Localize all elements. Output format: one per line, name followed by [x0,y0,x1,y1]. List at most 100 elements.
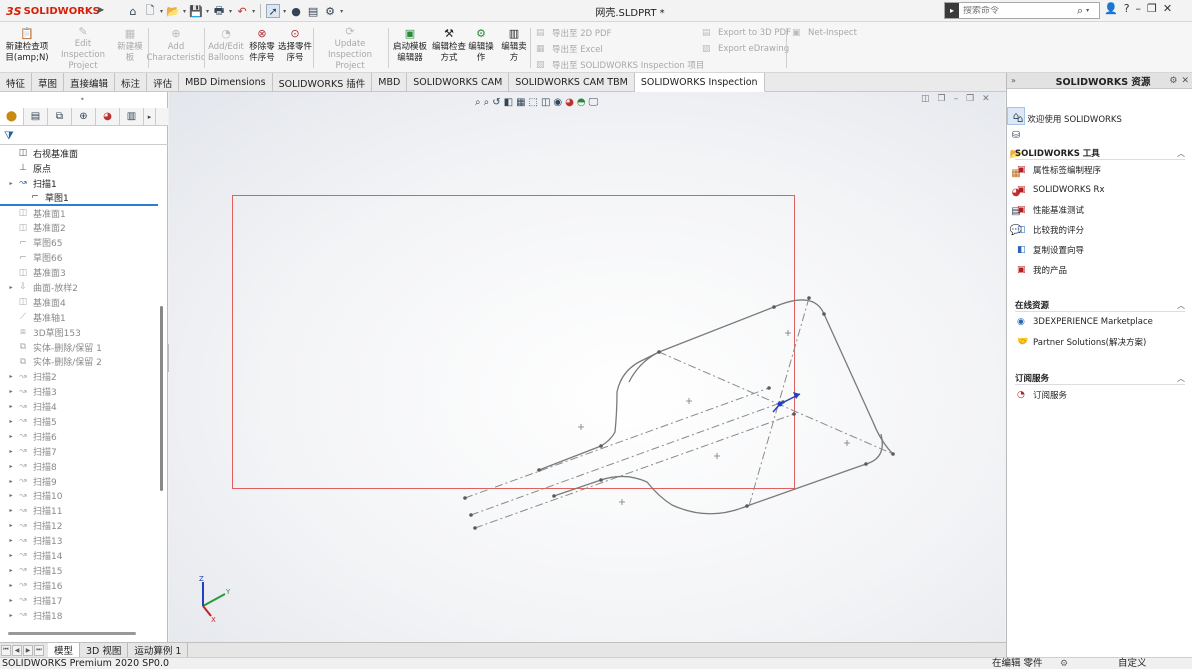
feature-tree-item[interactable]: ⌐ 草图1 [0,191,158,206]
chevron-right-icon[interactable]: ▸ [6,612,16,619]
chevron-down-icon[interactable]: ▾ [206,8,209,15]
print-icon[interactable]: 🖶 [212,4,226,18]
chevron-up-icon[interactable]: ︿ [1177,373,1185,384]
last-tab-icon[interactable]: ⏭ [34,644,44,656]
feature-tree-item[interactable]: ▸ ↝ 扫描17 [0,593,158,608]
feature-tree-item[interactable]: ▸ ↝ 扫描14 [0,548,158,563]
unit-system-selector[interactable]: 自定义 [1118,658,1147,669]
feature-tree-item[interactable]: ▸ ↝ 扫描11 [0,503,158,518]
tab-model[interactable]: 模型 [48,642,81,658]
chevron-right-icon[interactable]: ▸ [6,597,16,604]
chevron-right-icon[interactable]: ▸ [6,373,16,380]
feature-tree-item[interactable]: ◫ 右视基准面 [0,146,158,161]
chevron-right-icon[interactable]: ▸ [6,507,16,514]
feature-tree-item[interactable]: ▸ ⇩ 曲面-放样2 [0,280,158,295]
export-edrawing-item[interactable]: ▨ Export eDrawing [702,42,789,55]
feature-tree-item[interactable]: ▸ ↝ 扫描12 [0,518,158,533]
tab-mbd[interactable]: MBD [372,73,408,92]
welcome-link[interactable]: ⌂ 欢迎使用 SOLIDWORKS [1017,113,1122,126]
chevron-right-icon[interactable]: ▸ [6,180,16,187]
feature-tree-item[interactable]: ⌐ 草图65 [0,235,158,250]
filter-icon[interactable]: ⧩ [4,129,14,143]
partner-solutions-link[interactable]: 🤝 Partner Solutions(解决方案) [1015,332,1185,352]
home-icon[interactable]: ⌂ [126,4,140,18]
chevron-down-icon[interactable]: ▾ [252,8,255,15]
chevron-down-icon[interactable]: ▾ [183,8,186,15]
tab-solidworks-inspection[interactable]: SOLIDWORKS Inspection [634,73,765,92]
tree-filter[interactable]: ⧩ [0,127,168,145]
graphics-area[interactable]: ⌕ ⌕ ↺ ◧ ▦ ⬚ ◫ ◉ ◕ ◓ 🖵 ◫ ❐ – ❐ ✕ Y Z X [169,92,1005,642]
chevron-right-icon[interactable]: ▸ [6,388,16,395]
feature-tree-item[interactable]: ▸ ↝ 扫描7 [0,444,158,459]
chevron-up-icon[interactable]: ︿ [1177,300,1185,311]
chevron-down-icon[interactable]: ▾ [160,8,163,15]
feature-tree-item[interactable]: ⧈ 3D草图153 [0,325,158,340]
gear-icon[interactable]: ⚙ [323,4,337,18]
property-tab-builder-link[interactable]: ▣ 属性标签编制程序 [1015,160,1185,180]
close-icon[interactable]: ✕ [1163,2,1172,15]
chevron-right-icon[interactable]: ▸ [6,552,16,559]
feature-tree-item[interactable]: ⧉ 实体-删除/保留 2 [0,354,158,369]
chevron-up-icon[interactable]: ︿ [1177,148,1185,159]
traffic-light-icon[interactable]: ● [289,4,303,18]
feature-tree-item[interactable]: ▸ ↝ 扫描3 [0,384,158,399]
copy-settings-wizard-link[interactable]: ◧ 复制设置向导 [1015,240,1185,260]
chevron-right-icon[interactable]: ▸ [6,433,16,440]
orientation-triad[interactable]: Y Z X [189,574,237,622]
feature-tree-item[interactable]: ▸ ↝ 扫描16 [0,578,158,593]
tree-horizontal-scrollbar[interactable] [8,632,136,635]
feature-tree-item[interactable]: ▸ ↝ 扫描13 [0,533,158,548]
feature-tree-item[interactable]: ◫ 基准面3 [0,265,158,280]
export-3d-pdf-item[interactable]: ▤ Export to 3D PDF [702,26,791,39]
undo-icon[interactable]: ↶ [235,4,249,18]
chevron-right-icon[interactable]: ▸ [144,108,156,125]
chevron-right-icon[interactable]: ▸ [6,492,16,499]
feature-tree-item[interactable]: ◫ 基准面2 [0,220,158,235]
restore-icon[interactable]: ❐ [1147,2,1157,15]
net-inspect-item[interactable]: ▣ Net-Inspect [792,26,857,39]
feature-tree-item[interactable]: ▸ ↝ 扫描9 [0,474,158,489]
feature-tree-item[interactable]: ◫ 基准面4 [0,295,158,310]
feature-tree-item[interactable]: ▸ ↝ 扫描8 [0,459,158,474]
feature-tree-item[interactable]: ▸ ↝ 扫描18 [0,608,158,623]
configuration-manager-tab-icon[interactable]: ⧉ [48,108,72,125]
chevron-right-icon[interactable]: ▸ [6,463,16,470]
chevron-right-icon[interactable]: » [1011,76,1016,85]
template-editor-button[interactable]: ▣ 启动模板编辑器 [390,26,430,70]
previous-tab-icon[interactable]: ◀ [12,644,22,656]
save-icon[interactable]: 💾 [189,4,203,18]
tab-3d-views[interactable]: 3D 视图 [80,642,129,658]
export-excel-item[interactable]: ▦ 导出至 Excel [536,42,603,55]
performance-benchmark-link[interactable]: ▣ 性能基准测试 [1015,200,1185,220]
feature-tree-item[interactable]: ▸ ↝ 扫描2 [0,369,158,384]
export-2d-pdf-item[interactable]: ▤ 导出至 2D PDF [536,26,611,39]
tab-solidworks-cam[interactable]: SOLIDWORKS CAM [407,73,510,92]
chevron-right-icon[interactable]: ▶ [98,5,104,14]
add-edit-balloons-button[interactable]: ◔ Add/Edit Balloons [206,26,246,70]
file-properties-icon[interactable]: ▤ [306,4,320,18]
feature-tree-item[interactable]: ◫ 基准面1 [0,206,158,221]
feature-tree-item[interactable]: ▸ ↝ 扫描5 [0,414,158,429]
add-characteristic-button[interactable]: ⊕ Add Characteristic [146,26,205,70]
property-manager-tab-icon[interactable]: ▤ [24,108,48,125]
help-button[interactable]: ? [1124,2,1130,15]
edit-inspection-project-button[interactable]: ✎ Edit Inspection Project [52,26,114,71]
solidworks-logo[interactable]: 3S SOLIDWORKS ▶ [0,0,108,22]
new-inspection-project-button[interactable]: 📋 新建检查项目(amp;N) [4,26,50,70]
feature-tree-item[interactable]: ▸ ↝ 扫描10 [0,488,158,503]
task-pane-settings-icon[interactable]: ⚙ [1169,76,1177,86]
new-document-icon[interactable]: 🗋 [143,4,157,18]
open-folder-icon[interactable]: 📂 [166,4,180,18]
chevron-down-icon[interactable]: ▾ [283,8,286,15]
solidworks-rx-link[interactable]: ▣ SOLIDWORKS Rx [1015,180,1185,200]
tree-vertical-scrollbar[interactable] [160,306,163,491]
chevron-right-icon[interactable]: ▸ [6,537,16,544]
chevron-right-icon[interactable]: ▸ [6,403,16,410]
feature-tree-item[interactable]: ▸ ↝ 扫描15 [0,563,158,578]
search-input[interactable] [963,5,1073,16]
update-inspection-project-button[interactable]: ⟳ Update Inspection Project [314,26,386,71]
feature-manager-tab-icon[interactable]: ⬤ [0,108,24,125]
display-manager-tab-icon[interactable]: ◕ [96,108,120,125]
user-icon[interactable]: 👤 [1104,2,1118,15]
feature-tree-item[interactable]: ▸ ↝ 扫描1 [0,176,158,191]
